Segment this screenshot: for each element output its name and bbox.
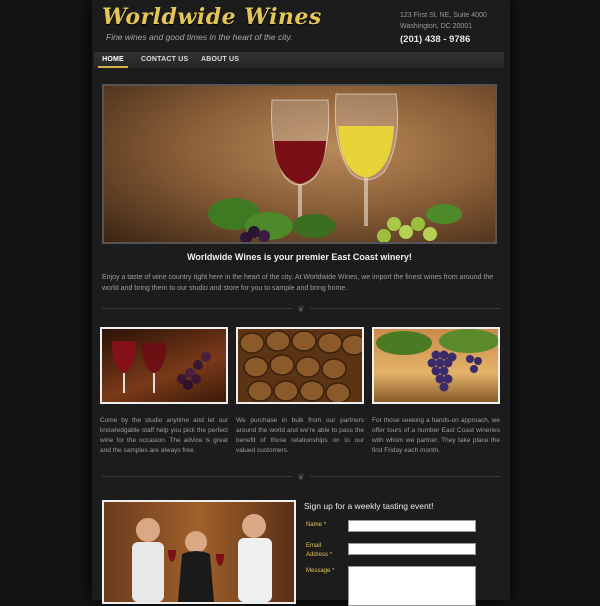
column-tours-text: For those seeking a hands-on approach, w…	[372, 417, 500, 454]
wine-barrels-icon	[239, 330, 362, 402]
site-logo[interactable]: Worldwide Wines	[102, 4, 322, 30]
site-header: Worldwide Wines Fine wines and good time…	[92, 0, 510, 50]
name-label: Name *	[306, 522, 327, 528]
site-tagline: Fine wines and good times in the heart o…	[106, 32, 293, 42]
name-input[interactable]	[348, 520, 476, 532]
nav-item-home[interactable]: HOME	[98, 52, 128, 68]
message-label: Message *	[306, 568, 335, 574]
contact-info: 123 First St. NE, Suite 4000 Washington,…	[400, 10, 500, 45]
nav-item-contact-us[interactable]: CONTACT US	[141, 52, 188, 68]
grape-vine-icon	[376, 329, 498, 392]
intro-paragraph: Enjoy a taste of wine country right here…	[102, 274, 494, 292]
address-line-1: 123 First St. NE, Suite 4000	[400, 12, 487, 19]
divider-ornament-icon: ❦	[297, 304, 305, 314]
signup-form-title: Sign up for a weekly tasting event!	[304, 501, 434, 511]
phone-number: (201) 438 - 9786	[400, 34, 471, 45]
divider-ornament-icon: ❦	[297, 472, 305, 482]
main-nav: HOME CONTACT US ABOUT US	[94, 52, 504, 68]
thumbnail-wine-tasting	[100, 327, 228, 404]
section-divider: ❦	[102, 472, 500, 482]
thumbnail-wine-barrels	[236, 327, 364, 404]
message-textarea[interactable]	[348, 566, 476, 606]
thumbnail-grape-vine	[372, 327, 500, 404]
photo-tasting-event	[102, 500, 296, 604]
column-studio-text: Come by the studio anytime and let our k…	[100, 417, 228, 454]
email-label: Email Address *	[306, 543, 333, 558]
column-bulk-text: We purchase in bulk from our partners ar…	[236, 417, 364, 454]
people-tasting-illustration	[132, 514, 272, 602]
hero-image-wine-glasses	[102, 84, 497, 244]
page-headline: Worldwide Wines is your premier East Coa…	[187, 252, 412, 262]
address-line-2: Washington, DC 20001	[400, 23, 473, 30]
page-container: Worldwide Wines Fine wines and good time…	[92, 0, 510, 606]
wine-glasses-thumbnail-icon	[112, 341, 211, 393]
section-divider: ❦	[102, 304, 500, 314]
wine-glasses-illustration	[208, 93, 462, 242]
nav-item-about-us[interactable]: ABOUT US	[201, 52, 239, 68]
email-input[interactable]	[348, 543, 476, 555]
